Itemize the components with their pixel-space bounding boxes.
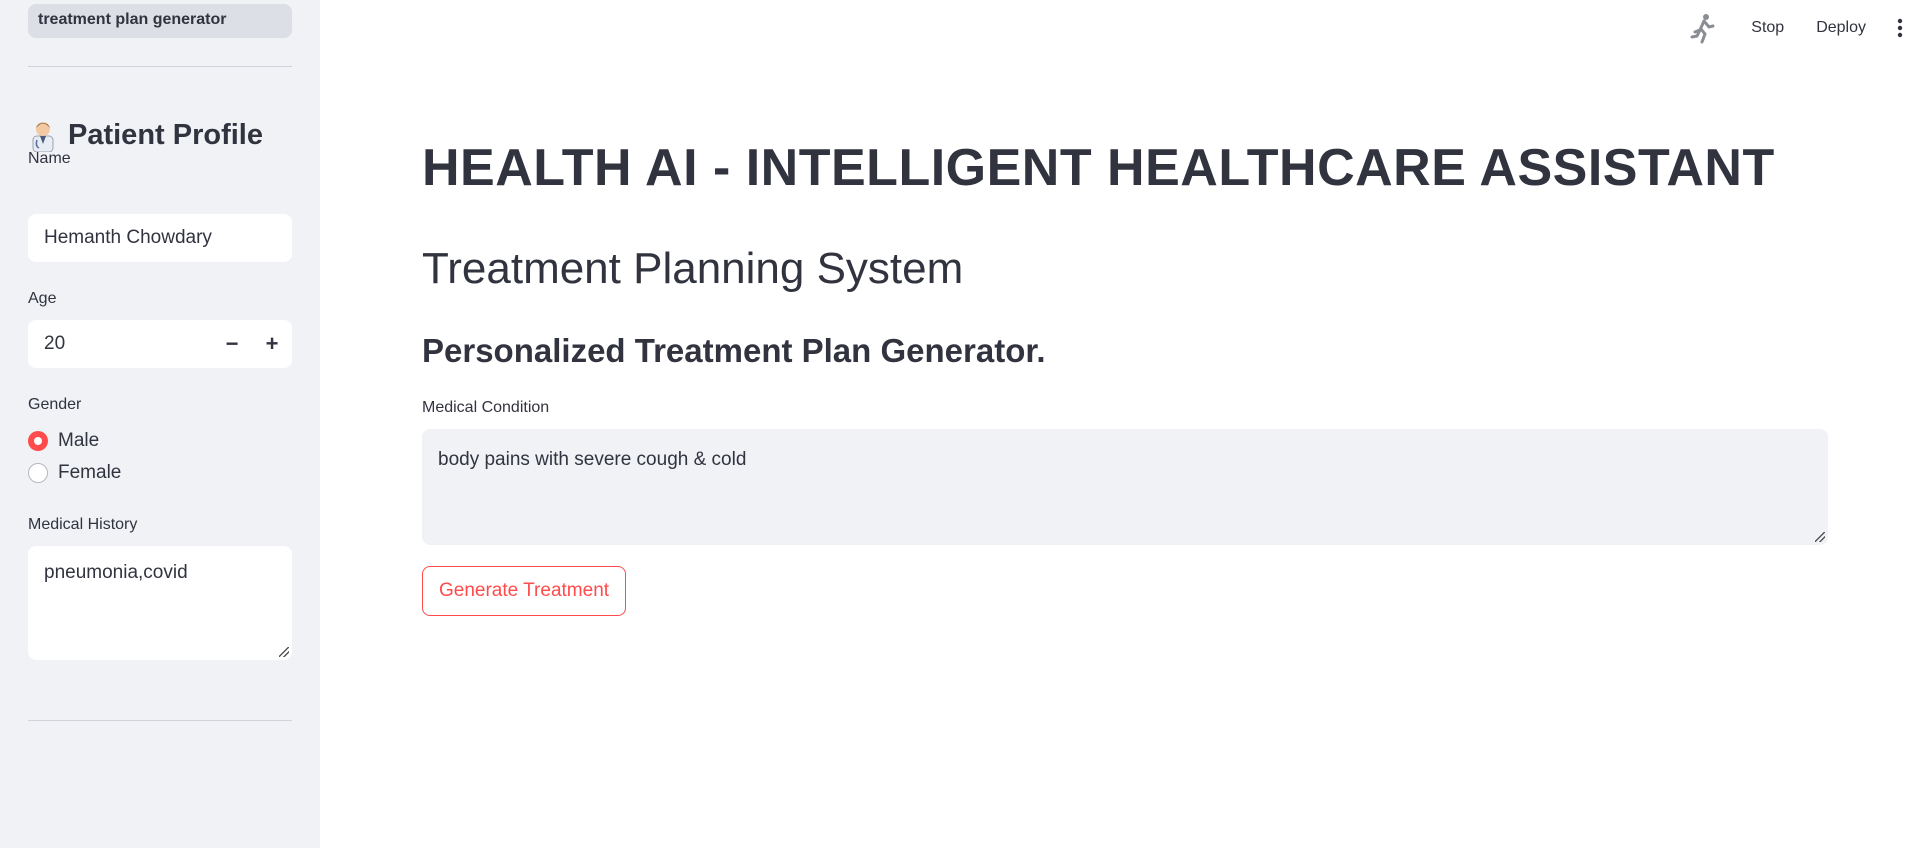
generate-treatment-button[interactable]: Generate Treatment [422,566,627,616]
name-input[interactable]: Hemanth Chowdary [28,214,292,262]
radio-checked-icon[interactable] [28,431,48,451]
age-decrement-button[interactable]: − [212,320,252,368]
gender-option-label: Male [58,430,100,451]
age-value[interactable]: 20 [28,333,212,355]
sidebar-divider-top [28,66,292,67]
medical-condition-value[interactable]: body pains with severe cough & cold [438,449,746,470]
gender-option-label: Female [58,462,122,483]
patient-profile-title: Patient Profile [68,118,263,151]
medical-history-label: Medical History [28,516,138,533]
age-label: Age [28,290,57,307]
name-label: Name [28,150,71,167]
vertical-dots-icon[interactable] [1888,16,1912,40]
medical-condition-label: Medical Condition [422,399,550,416]
sidebar-nav-item-treatment-plan-generator[interactable]: treatment plan generator [28,4,292,38]
app-toolbar: Stop Deploy [1689,12,1920,44]
gender-label: Gender [28,396,82,413]
page-title: HEALTH AI - INTELLIGENT HEALTHCARE ASSIS… [422,139,1775,197]
sidebar: treatment plan generator Patient Profile… [0,0,320,848]
stop-button[interactable]: Stop [1735,19,1800,37]
resize-grip-icon[interactable] [279,647,289,657]
medical-history-value[interactable]: pneumonia,covid [44,562,188,583]
section-title: Personalized Treatment Plan Generator. [422,332,1046,369]
medical-history-textarea[interactable]: pneumonia,covid [28,546,292,660]
patient-profile-header: Patient Profile [28,118,263,152]
age-increment-button[interactable]: + [252,320,292,368]
page-subtitle: Treatment Planning System [422,244,964,293]
radio-unchecked-icon[interactable] [28,463,48,483]
gender-option-female[interactable]: Female [28,462,121,484]
resize-grip-icon[interactable] [1815,532,1825,542]
deploy-button[interactable]: Deploy [1800,19,1882,37]
sidebar-divider-bottom [28,720,292,721]
doctor-icon [32,122,54,152]
running-man-icon [1690,14,1715,44]
age-input[interactable]: 20 − + [28,320,292,368]
medical-condition-textarea[interactable]: body pains with severe cough & cold [422,429,1828,545]
gender-option-male[interactable]: Male [28,430,99,452]
